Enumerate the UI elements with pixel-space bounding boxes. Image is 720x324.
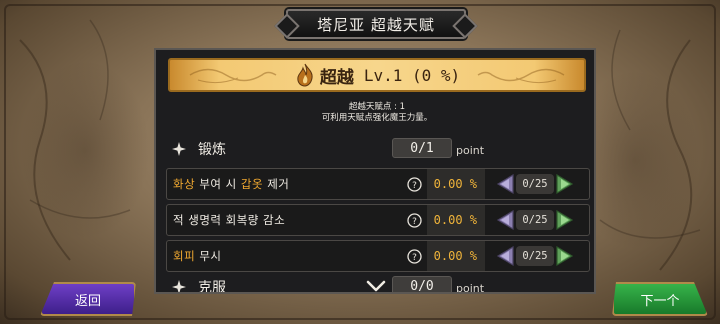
talent-name: 회피 무시 <box>173 249 222 263</box>
decrease-button[interactable] <box>495 173 515 195</box>
svg-text:?: ? <box>412 181 417 191</box>
section-title: 锻炼 <box>198 142 226 158</box>
talent-count: 0/25 <box>516 174 554 194</box>
point-unit: point <box>456 144 485 157</box>
next-button[interactable]: 下一个 <box>612 282 708 316</box>
talent-count: 0/25 <box>516 246 554 266</box>
ornament-right <box>477 68 565 84</box>
svg-text:?: ? <box>412 253 417 263</box>
talent-description: 可利用天赋点强化魔王力量。 <box>321 113 433 123</box>
point-unit: point <box>456 282 485 294</box>
level-value: Lv.1 (0 %) <box>363 65 461 85</box>
talent-stepper: 0/25 <box>495 208 585 232</box>
section-points: 0/1 <box>392 138 452 158</box>
help-icon[interactable]: ? <box>407 213 422 228</box>
section-header[interactable]: 克服 0/0 point <box>166 272 590 294</box>
level-banner: 超越 Lv.1 (0 %) <box>168 58 586 92</box>
increase-button[interactable] <box>555 173 575 195</box>
talent-list[interactable]: 锻炼 0/1 point 화상 부여 시 갑옷 제거 ? 0.00 % 0/25 <box>166 134 590 294</box>
talent-name: 화상 부여 시 갑옷 제거 <box>173 177 290 191</box>
increase-button[interactable] <box>555 209 575 231</box>
talent-panel: 超越 Lv.1 (0 %) 超越天赋点 : 1 可利用天赋点强化魔王力量。 锻炼… <box>154 48 596 294</box>
svg-text:?: ? <box>412 217 417 227</box>
talent-points-text: 超越天赋点 : 1 <box>348 102 406 112</box>
section-points: 0/0 <box>392 276 452 292</box>
talent-name: 적 생명력 회복량 감소 <box>173 213 286 227</box>
help-icon[interactable]: ? <box>407 249 422 264</box>
talent-row: 적 생명력 회복량 감소 ? 0.00 % 0/25 <box>166 204 590 236</box>
talent-value: 0.00 % <box>427 169 485 199</box>
talent-count: 0/25 <box>516 210 554 230</box>
talent-row: 화상 부여 시 갑옷 제거 ? 0.00 % 0/25 <box>166 168 590 200</box>
talent-value: 0.00 % <box>427 205 485 235</box>
section-header: 锻炼 0/1 point <box>166 134 590 164</box>
back-button[interactable]: 返回 <box>40 282 136 316</box>
talent-row: 회피 무시 ? 0.00 % 0/25 <box>166 240 590 272</box>
increase-button[interactable] <box>555 245 575 267</box>
title-plate: 塔尼亚 超越天赋 <box>286 9 466 39</box>
help-icon[interactable]: ? <box>407 177 422 192</box>
decrease-button[interactable] <box>495 245 515 267</box>
talent-stepper: 0/25 <box>495 172 585 196</box>
section-title: 克服 <box>198 280 226 294</box>
flame-icon <box>297 63 313 87</box>
talent-info: 超越天赋点 : 1 可利用天赋点强化魔王力量。 <box>156 102 594 124</box>
chevron-down-icon[interactable] <box>366 278 386 294</box>
sparkle-icon <box>172 142 186 156</box>
level-name: 超越 <box>319 67 354 88</box>
talent-stepper: 0/25 <box>495 244 585 268</box>
talent-value: 0.00 % <box>427 241 485 271</box>
decrease-button[interactable] <box>495 209 515 231</box>
page-title: 塔尼亚 超越天赋 <box>317 15 435 34</box>
sparkle-icon <box>172 280 186 292</box>
ornament-left <box>189 68 277 84</box>
